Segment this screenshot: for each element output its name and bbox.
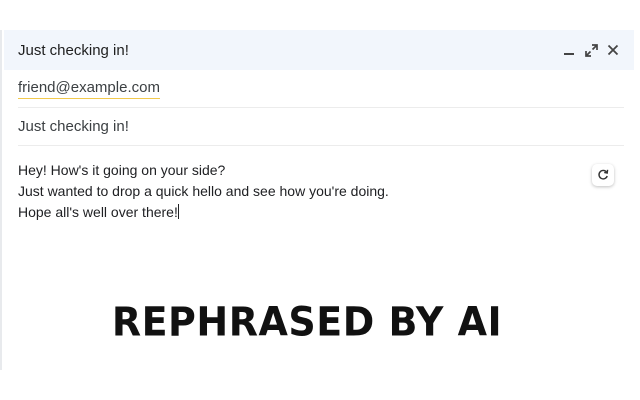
refresh-icon (597, 169, 609, 181)
banner-text: REPHRASED BY AI (111, 298, 503, 346)
compose-title: Just checking in! (18, 41, 129, 59)
body-line-2: Just wanted to drop a quick hello and se… (18, 183, 389, 199)
recipients-field[interactable]: friend@example.com (18, 70, 624, 108)
body-line-3-text: Hope all's well over there! (18, 204, 178, 220)
expand-icon[interactable] (584, 43, 598, 57)
compose-header: Just checking in! (4, 30, 634, 70)
message-body[interactable]: Hey! How's it going on your side? Just w… (4, 146, 634, 223)
text-cursor (177, 204, 179, 219)
rephrase-refresh-button[interactable] (592, 164, 614, 186)
recipient-chip[interactable]: friend@example.com (18, 79, 160, 99)
minimize-icon[interactable] (562, 43, 576, 57)
body-line-3: Hope all's well over there! (18, 202, 620, 223)
window-controls (562, 43, 620, 57)
subject-field[interactable]: Just checking in! (18, 108, 624, 146)
subject-text[interactable]: Just checking in! (18, 118, 129, 135)
body-line-1: Hey! How's it going on your side? (18, 162, 226, 178)
close-icon[interactable] (606, 43, 620, 57)
